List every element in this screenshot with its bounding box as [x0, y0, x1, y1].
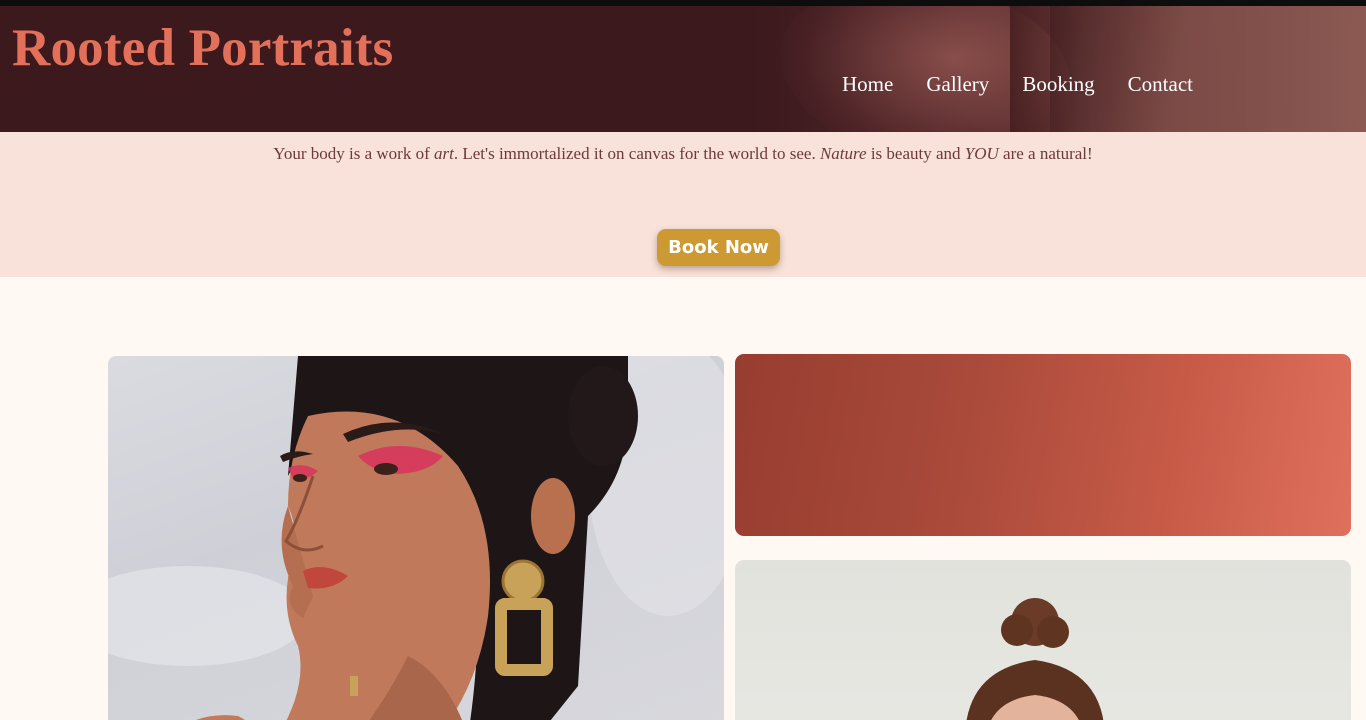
portrait-illustration — [108, 356, 724, 720]
gallery-color-tile — [735, 354, 1351, 536]
tagline-text: . Let's immortalized it on canvas for th… — [453, 144, 820, 163]
site-header: Rooted Portraits Home Gallery Booking Co… — [0, 6, 1366, 132]
tagline-text: are a natural! — [998, 144, 1093, 163]
tagline-emphasis-art: art — [434, 144, 454, 163]
tagline-emphasis-you: YOU — [964, 144, 999, 163]
tagline-emphasis-nature: Nature — [819, 144, 867, 163]
hero-banner: Your body is a work of art. Let's immort… — [0, 132, 1366, 277]
nav-link-booking[interactable]: Booking — [1022, 72, 1094, 97]
nav-link-contact[interactable]: Contact — [1128, 72, 1193, 97]
gallery-photo-woman-hair-bun[interactable] — [735, 560, 1351, 720]
tagline-text: is beauty and — [866, 144, 965, 163]
header-background-image — [1050, 6, 1366, 132]
site-logo-title[interactable]: Rooted Portraits — [12, 18, 393, 78]
hero-tagline: Your body is a work of art. Let's immort… — [0, 144, 1366, 164]
main-nav: Home Gallery Booking Contact — [842, 72, 1193, 97]
nav-link-home[interactable]: Home — [842, 72, 893, 97]
gallery-photo-portrait-woman-earring[interactable] — [108, 356, 724, 720]
book-now-button[interactable]: Book Now — [657, 229, 780, 266]
nav-link-gallery[interactable]: Gallery — [926, 72, 989, 97]
portrait-illustration — [966, 598, 1104, 720]
tagline-text: Your body is a work of — [273, 144, 435, 163]
